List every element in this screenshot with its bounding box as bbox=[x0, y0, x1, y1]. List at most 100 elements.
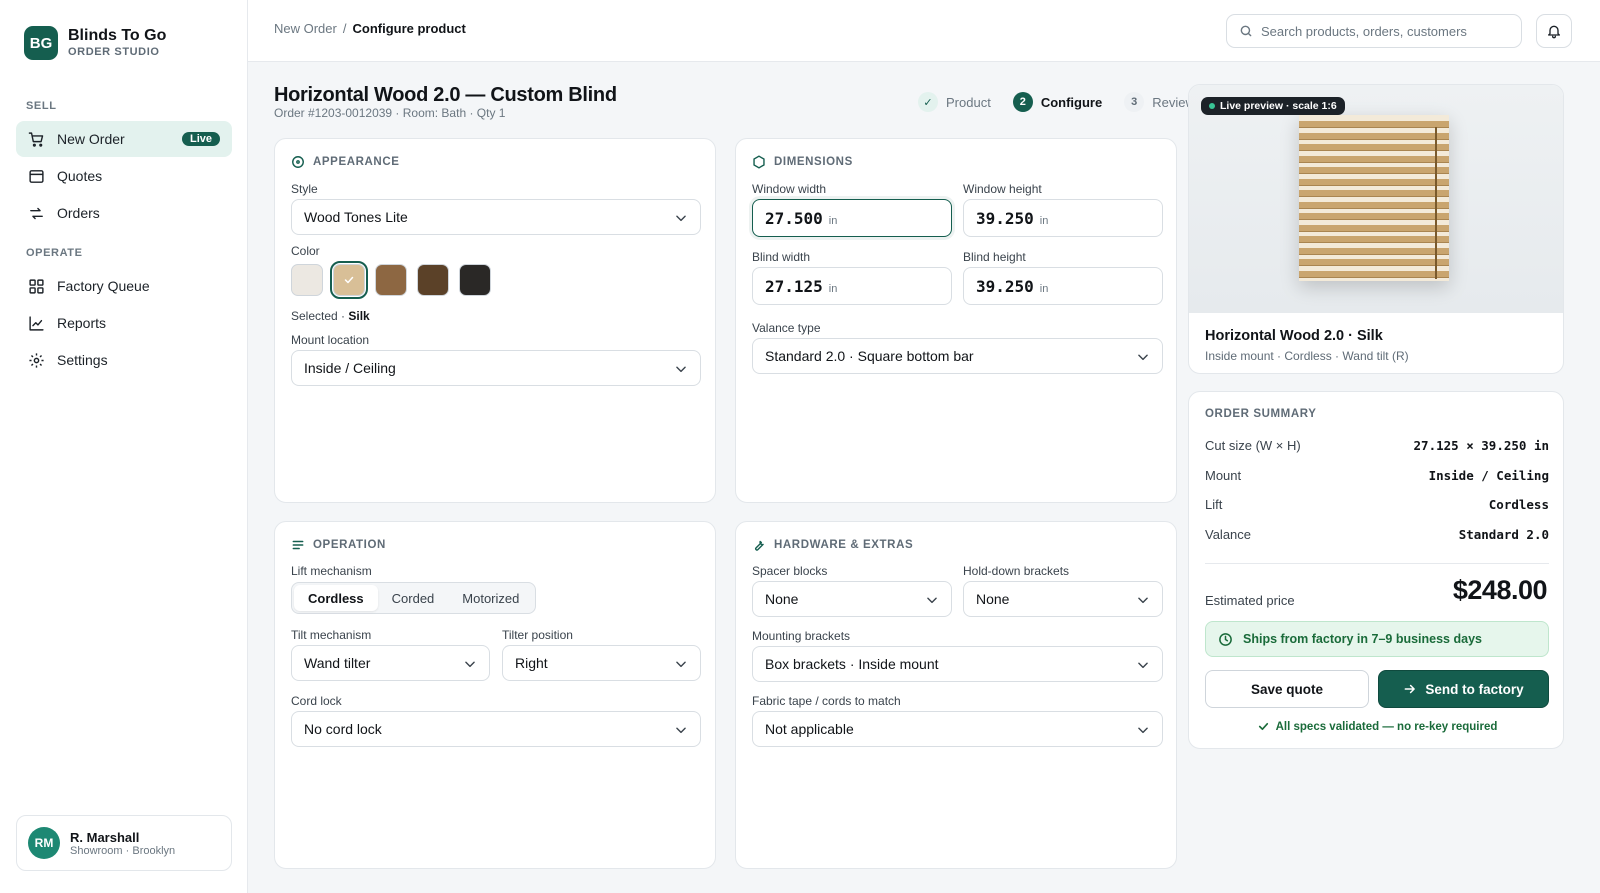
color-label: Color bbox=[291, 244, 320, 258]
brand-subtitle: ORDER STUDIO bbox=[68, 46, 160, 58]
lift-option-corded[interactable]: Corded bbox=[378, 585, 449, 611]
color-swatch[interactable] bbox=[417, 264, 449, 296]
mounting-select[interactable]: Box brackets · Inside mount bbox=[752, 646, 1163, 682]
blind-slat bbox=[1299, 247, 1449, 255]
user-card[interactable]: RM R. Marshall Showroom · Brooklyn bbox=[16, 815, 232, 871]
step-label: Product bbox=[946, 94, 991, 110]
tilter-position-label: Tilter position bbox=[502, 628, 573, 642]
lift-option-motorized[interactable]: Motorized bbox=[448, 585, 533, 611]
notifications-button[interactable] bbox=[1536, 14, 1572, 48]
blind-width-input[interactable]: 27.125 in bbox=[752, 267, 952, 305]
blind-height-input[interactable]: 39.250 in bbox=[963, 267, 1163, 305]
step-review[interactable]: 3 Review bbox=[1124, 92, 1195, 112]
sidebar-item-factory-queue[interactable]: Factory Queue bbox=[16, 268, 232, 304]
save-quote-button[interactable]: Save quote bbox=[1205, 670, 1369, 708]
mount-value: Inside / Ceiling bbox=[304, 360, 396, 376]
check-icon bbox=[344, 276, 354, 284]
bell-icon bbox=[1548, 25, 1560, 39]
spacer-label: Spacer blocks bbox=[752, 564, 828, 578]
chevron-down-icon bbox=[1138, 597, 1148, 604]
summary-label: Valance bbox=[1205, 527, 1252, 542]
spacer-select[interactable]: None bbox=[752, 581, 952, 617]
cord-lock-select[interactable]: No cord lock bbox=[291, 711, 701, 747]
hardware-title: HARDWARE & EXTRAS bbox=[752, 538, 913, 552]
mounting-label: Mounting brackets bbox=[752, 629, 851, 643]
live-dot-icon bbox=[1209, 103, 1215, 109]
stepper: ✓ Product 2 Configure 3 Review bbox=[918, 92, 1195, 112]
mount-label: Mount location bbox=[291, 333, 370, 347]
sidebar-item-settings[interactable]: Settings bbox=[16, 342, 232, 378]
valance-select[interactable]: Standard 2.0 · Square bottom bar bbox=[752, 338, 1163, 374]
step-marker: 3 bbox=[1124, 92, 1145, 112]
shipping-text: Ships from factory in 7–9 business days bbox=[1243, 632, 1482, 646]
mount-select[interactable]: Inside / Ceiling bbox=[291, 350, 701, 386]
mounting-value: Box brackets · Inside mount bbox=[765, 656, 939, 672]
summary-row-lift: Lift Cordless bbox=[1205, 497, 1549, 512]
tilt-select[interactable]: Wand tilter bbox=[291, 645, 490, 681]
blind-slat bbox=[1299, 201, 1449, 209]
summary-row-cut-size: Cut size (W × H) 27.125 × 39.250 in bbox=[1205, 438, 1549, 453]
operation-card: OPERATION Lift mechanism Cordless Corded… bbox=[274, 521, 716, 869]
tilt-label: Tilt mechanism bbox=[291, 628, 372, 642]
breadcrumb-separator: / bbox=[342, 21, 347, 36]
validation-status: All specs validated — no re-key required bbox=[1205, 720, 1549, 733]
save-quote-label: Save quote bbox=[1250, 681, 1324, 697]
operation-title: OPERATION bbox=[291, 538, 386, 552]
gear-icon bbox=[29, 352, 44, 368]
tape-select[interactable]: Not applicable bbox=[752, 711, 1163, 747]
style-select[interactable]: Wood Tones Lite bbox=[291, 199, 701, 235]
color-swatch[interactable] bbox=[291, 264, 323, 296]
summary-label: Mount bbox=[1205, 468, 1242, 483]
lift-segmented-control: Cordless Corded Motorized bbox=[291, 582, 537, 614]
check-icon bbox=[1258, 722, 1268, 731]
cart-icon bbox=[28, 131, 44, 147]
window-height-input[interactable]: 39.250 in bbox=[963, 199, 1163, 237]
dimensions-title: DIMENSIONS bbox=[752, 155, 853, 169]
style-value: Wood Tones Lite bbox=[304, 209, 408, 225]
cord-lock-value: No cord lock bbox=[304, 721, 382, 737]
breadcrumb-parent[interactable]: New Order bbox=[274, 21, 337, 36]
chevron-down-icon bbox=[676, 215, 686, 222]
blind-slat bbox=[1299, 213, 1449, 220]
sidebar: BG Blinds To Go ORDER STUDIO SELL New Or… bbox=[0, 0, 248, 893]
blind-slat bbox=[1299, 121, 1449, 128]
nav-section-sell: SELL bbox=[26, 100, 57, 112]
window-width-input[interactable]: 27.500 in bbox=[752, 199, 952, 237]
summary-value: Standard 2.0 bbox=[1458, 527, 1549, 542]
color-swatch[interactable] bbox=[375, 264, 407, 296]
brand[interactable]: BG Blinds To Go ORDER STUDIO bbox=[24, 26, 166, 60]
search-input[interactable] bbox=[1261, 23, 1501, 39]
hexagon-icon bbox=[753, 155, 765, 169]
lift-option-cordless[interactable]: Cordless bbox=[294, 585, 378, 611]
chevron-down-icon bbox=[927, 597, 937, 604]
breadcrumb-current: Configure product bbox=[352, 21, 466, 36]
live-preview-tag: Live preview · scale 1:6 bbox=[1201, 97, 1345, 115]
search-box[interactable] bbox=[1226, 14, 1522, 48]
chevron-down-icon bbox=[465, 661, 475, 668]
sidebar-item-reports[interactable]: Reports bbox=[16, 305, 232, 341]
step-product[interactable]: ✓ Product bbox=[918, 92, 991, 112]
sidebar-item-new-order[interactable]: New Order Live bbox=[16, 121, 232, 157]
sidebar-item-label: Quotes bbox=[57, 168, 103, 184]
blind-slat bbox=[1299, 270, 1449, 278]
tape-value: Not applicable bbox=[765, 721, 854, 737]
unit-label: in bbox=[1039, 215, 1049, 227]
dimensions-card: DIMENSIONS Window width 27.500 in Window… bbox=[735, 138, 1177, 503]
summary-value: Cordless bbox=[1488, 497, 1549, 512]
sidebar-item-orders[interactable]: Orders bbox=[16, 195, 232, 231]
summary-value: 27.125 × 39.250 in bbox=[1413, 438, 1549, 453]
send-to-factory-button[interactable]: Send to factory bbox=[1378, 670, 1549, 708]
unit-label: in bbox=[1039, 283, 1049, 295]
color-swatch-selected[interactable] bbox=[330, 261, 368, 299]
holddown-select[interactable]: None bbox=[963, 581, 1163, 617]
color-swatch[interactable] bbox=[459, 264, 491, 296]
tilter-position-select[interactable]: Right bbox=[502, 645, 701, 681]
step-configure[interactable]: 2 Configure bbox=[1012, 92, 1102, 112]
shipping-notice: Ships from factory in 7–9 business days bbox=[1205, 621, 1549, 657]
chevron-down-icon bbox=[1138, 662, 1148, 669]
sidebar-item-label: Settings bbox=[57, 352, 108, 368]
blind-height-value: 39.250 bbox=[976, 277, 1034, 296]
hardware-card: HARDWARE & EXTRAS Spacer blocks None Hol… bbox=[735, 521, 1177, 869]
sidebar-item-quotes[interactable]: Quotes bbox=[16, 158, 232, 194]
send-to-factory-label: Send to factory bbox=[1425, 681, 1524, 697]
